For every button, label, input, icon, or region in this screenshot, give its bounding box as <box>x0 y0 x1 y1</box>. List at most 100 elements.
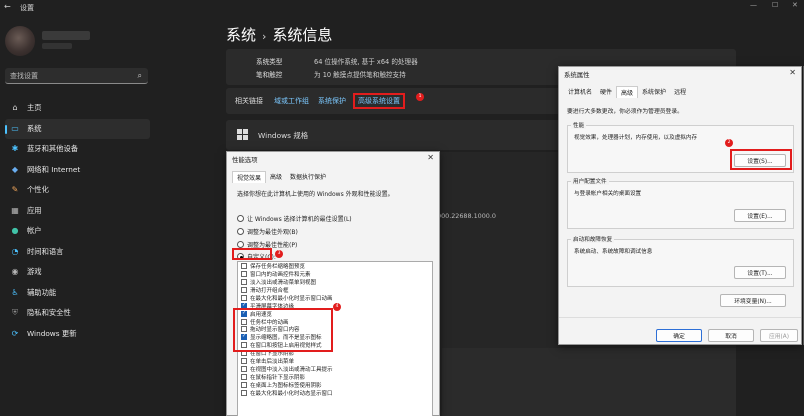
sidebar-item[interactable]: ◆ 网络和 Internet <box>0 160 155 181</box>
sidebar-item[interactable]: ⌂ 主页 <box>0 98 155 119</box>
radio-dot[interactable] <box>237 228 244 235</box>
sidebar-item[interactable]: ▦ 应用 <box>0 201 155 222</box>
app-title: 设置 <box>20 4 34 12</box>
checkbox[interactable] <box>241 318 247 325</box>
tab-hardware[interactable]: 硬件 <box>596 86 616 98</box>
close-icon[interactable]: ✕ <box>792 1 798 9</box>
checkbox[interactable] <box>241 342 247 349</box>
checkbox[interactable] <box>241 374 247 381</box>
visual-effect-checkbox[interactable]: 保存任务栏缩略图预览 <box>238 262 432 270</box>
system-protection-link[interactable]: 系统保护 <box>318 96 346 106</box>
checkbox[interactable] <box>241 366 247 373</box>
sidebar-item[interactable]: ♿ 辅助功能 <box>0 283 155 304</box>
search-input[interactable] <box>10 68 130 83</box>
visual-effect-checkbox[interactable]: 在窗口下显示阴影 <box>238 349 432 357</box>
dialog-tabs: 计算机名 硬件 高级 系统保护 远程 <box>564 86 690 98</box>
checkbox[interactable] <box>241 310 247 317</box>
radio-dot[interactable] <box>237 215 244 222</box>
tab-dep[interactable]: 数据执行保护 <box>286 171 330 183</box>
tab-advanced[interactable]: 高级 <box>266 171 286 183</box>
tab-advanced[interactable]: 高级 <box>616 86 639 98</box>
radio-let-windows-choose[interactable]: 让 Windows 选择计算机的最佳设置(L) <box>237 214 352 223</box>
bluetooth-icon: ✱ <box>11 144 19 153</box>
close-icon[interactable]: ✕ <box>789 68 796 77</box>
close-icon[interactable]: ✕ <box>427 153 434 162</box>
startup-recovery-settings-button[interactable]: 设置(T)... <box>734 266 786 279</box>
apply-button[interactable]: 应用(A) <box>760 329 798 342</box>
checkbox-label: 滑动打开组合框 <box>250 287 289 294</box>
sidebar-item[interactable]: ◔ 时间和语言 <box>0 242 155 263</box>
checkbox[interactable] <box>241 382 247 389</box>
group-label: 性能 <box>571 121 587 129</box>
visual-effect-checkbox[interactable]: 在窗口和按钮上启用视觉样式 <box>238 341 432 349</box>
sidebar-item[interactable]: ⟳ Windows 更新 <box>0 324 155 345</box>
windows-logo-icon <box>237 129 248 140</box>
visual-effect-checkbox[interactable]: 拖动时显示窗口内容 <box>238 326 432 333</box>
tab-computer-name[interactable]: 计算机名 <box>564 86 596 98</box>
sidebar-item[interactable]: ✎ 个性化 <box>0 180 155 201</box>
sidebar-item[interactable]: ✱ 蓝牙和其他设备 <box>0 139 155 160</box>
radio-dot[interactable] <box>237 241 244 248</box>
visual-effect-checkbox[interactable]: 在视图中淡入淡出或滑动工具提示 <box>238 365 432 373</box>
maximize-icon[interactable]: ☐ <box>772 1 778 9</box>
advanced-system-settings-link[interactable]: 高级系统设置 <box>353 93 405 109</box>
radio-best-appearance[interactable]: 调整为最佳外观(B) <box>237 227 298 236</box>
visual-effect-checkbox[interactable]: 窗口内的动画控件和元素 <box>238 270 432 278</box>
visual-effect-checkbox[interactable]: 在最大化和最小化时动态显示窗口 <box>238 389 432 397</box>
checkbox[interactable] <box>241 350 247 357</box>
visual-effect-checkbox[interactable]: 滑动打开组合框 <box>238 286 432 294</box>
domain-workgroup-link[interactable]: 域或工作组 <box>274 96 309 106</box>
checkbox[interactable] <box>241 262 247 269</box>
back-arrow-icon[interactable]: ← <box>4 2 11 11</box>
checkbox[interactable] <box>241 278 247 285</box>
environment-variables-button[interactable]: 环境变量(N)... <box>720 294 786 307</box>
radio-label: 让 Windows 选择计算机的最佳设置(L) <box>247 216 352 223</box>
search-icon[interactable]: ⌕ <box>138 71 142 81</box>
tab-visual-effects[interactable]: 视觉效果 <box>232 171 267 183</box>
ok-button[interactable]: 确定 <box>656 329 702 342</box>
checkbox-label: 在最大化和最小化时动态显示窗口 <box>250 390 333 397</box>
sidebar-item[interactable]: ● 帐户 <box>0 221 155 242</box>
checkbox[interactable] <box>241 302 247 309</box>
visual-effect-checkbox[interactable]: 在单击后淡出菜单 <box>238 357 432 365</box>
checkbox[interactable] <box>241 294 247 301</box>
group-label: 用户配置文件 <box>571 177 609 185</box>
visual-effect-checkbox[interactable]: 任务栏中的动画 <box>238 318 432 326</box>
checkbox[interactable] <box>241 270 247 277</box>
sidebar-item[interactable]: ▭ 系统 <box>5 118 150 139</box>
radio-custom[interactable]: 自定义(C): <box>237 252 276 261</box>
checkbox[interactable] <box>241 389 247 396</box>
checkbox-label: 启用速览 <box>250 311 273 318</box>
checkbox[interactable] <box>241 286 247 293</box>
gamepad-icon: ◉ <box>11 267 19 276</box>
visual-effect-checkbox[interactable]: 在最大化和最小化时显示窗口动画 <box>238 294 432 302</box>
minimize-icon[interactable]: — <box>750 1 757 9</box>
radio-best-performance[interactable]: 调整为最佳性能(P) <box>237 240 297 249</box>
visual-effect-checkbox[interactable]: 淡入淡出或滑动菜单到视图 <box>238 278 432 286</box>
sidebar-item[interactable]: ◉ 游戏 <box>0 262 155 283</box>
visual-effect-checkbox[interactable]: 在鼠标指针下显示阴影 <box>238 373 432 381</box>
visual-effects-list[interactable]: 保存任务栏缩略图预览 窗口内的动画控件和元素 淡入淡出或滑动菜单到视图 滑动打开组合框… <box>237 261 433 416</box>
tab-system-protection[interactable]: 系统保护 <box>638 86 670 98</box>
avatar[interactable] <box>5 26 35 56</box>
performance-settings-button[interactable]: 设置(S)... <box>734 154 786 167</box>
cancel-button[interactable]: 取消 <box>708 329 754 342</box>
checkbox-label: 在鼠标指针下显示阴影 <box>250 375 306 382</box>
checkbox[interactable] <box>241 358 247 365</box>
sidebar-item-label: 个性化 <box>27 185 49 195</box>
radio-dot[interactable] <box>237 253 244 260</box>
visual-effect-checkbox[interactable]: 在桌面上为图标标签使用阴影 <box>238 381 432 389</box>
system-properties-dialog: 系统属性 ✕ 计算机名 硬件 高级 系统保护 远程 要进行大多数更改，你必须作为… <box>558 66 802 345</box>
user-profiles-settings-button[interactable]: 设置(E)... <box>734 209 786 222</box>
tab-remote[interactable]: 远程 <box>670 86 690 98</box>
spec-row: 笔和触控 为 10 触摸点提供笔和触控支持 <box>256 69 406 79</box>
checkbox[interactable] <box>241 326 247 333</box>
breadcrumb-parent[interactable]: 系统 <box>226 26 256 44</box>
checkbox[interactable] <box>241 333 247 341</box>
visual-effect-checkbox[interactable]: 显示缩略图，而不是显示图标 <box>238 333 432 341</box>
sidebar-item[interactable]: ⛨ 隐私和安全性 <box>0 303 155 324</box>
brush-icon: ✎ <box>11 185 19 194</box>
checkbox-label: 淡入淡出或滑动菜单到视图 <box>250 279 317 286</box>
spec-value: 64 位操作系统, 基于 x64 的处理器 <box>314 58 418 66</box>
search-box[interactable]: ⌕ <box>5 68 148 84</box>
